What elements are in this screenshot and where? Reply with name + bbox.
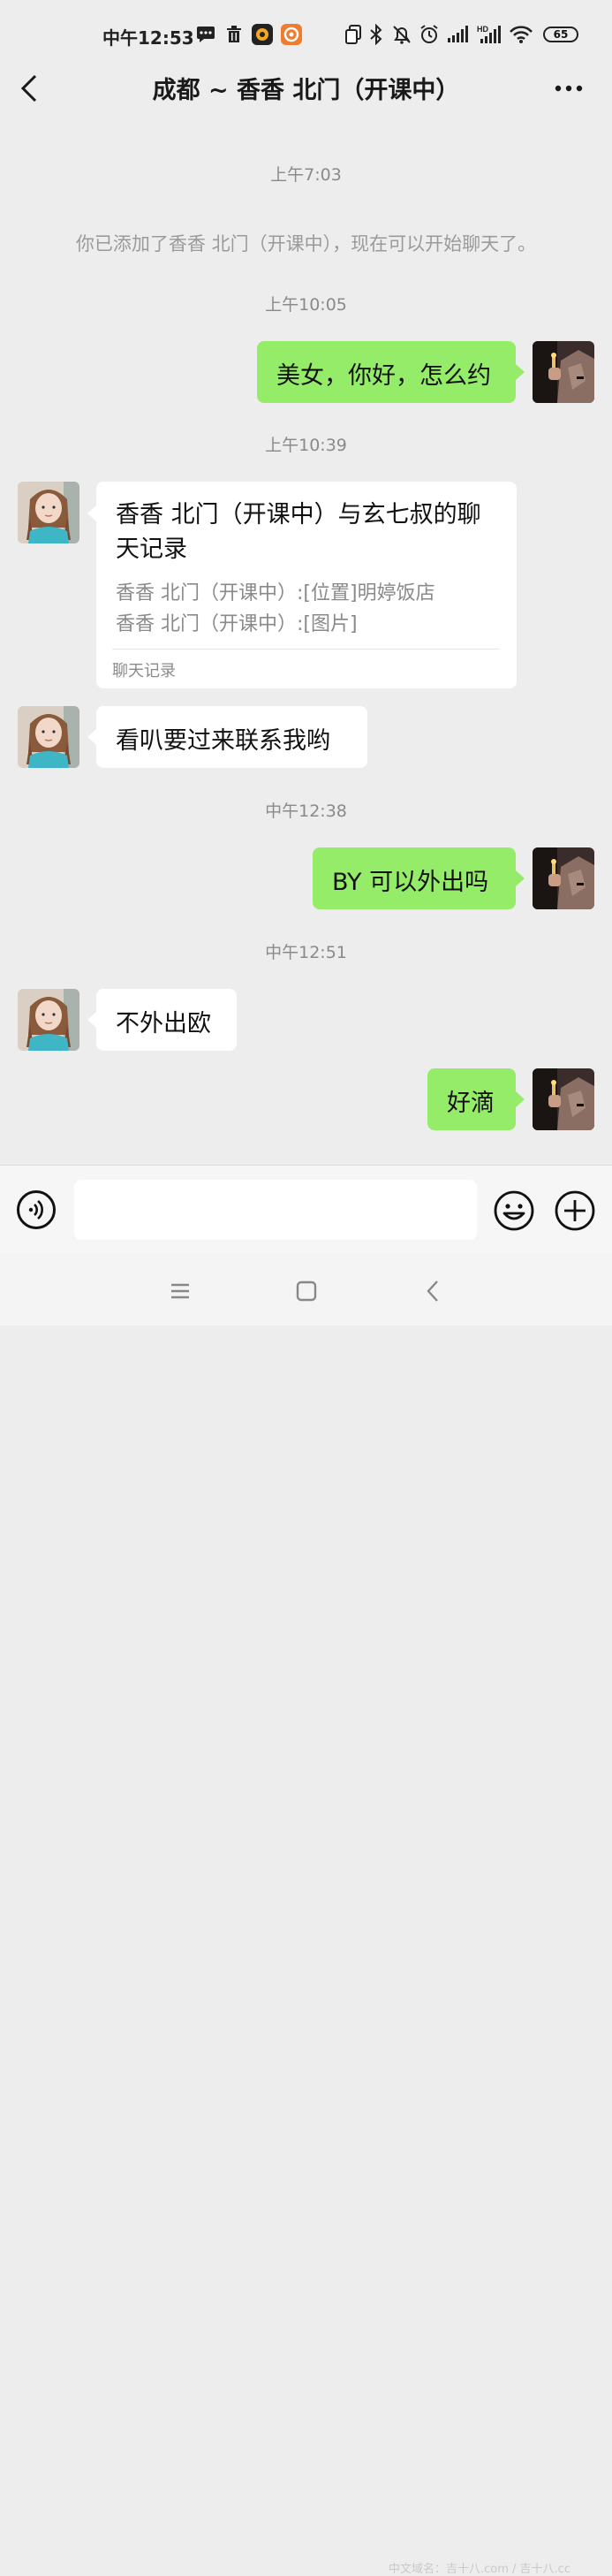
- message-text: 不外出欧: [116, 1010, 211, 1037]
- timestamp: 中午12:38: [265, 802, 347, 821]
- signal-icon: [447, 23, 472, 46]
- more-actions-button[interactable]: [555, 1190, 595, 1231]
- bubble-tail: [516, 870, 525, 886]
- menu-icon: [171, 1283, 189, 1299]
- message-bubble-received[interactable]: 不外出欧: [96, 989, 237, 1051]
- voice-wave-icon: [28, 1200, 43, 1220]
- avatar-self[interactable]: [533, 1068, 594, 1130]
- timestamp: 上午10:39: [265, 436, 347, 455]
- bubble-tail: [87, 1012, 96, 1028]
- app-notification-icon: [281, 23, 302, 46]
- bubble-tail: [516, 364, 525, 380]
- bluetooth-icon: [369, 23, 383, 46]
- card-line: 香香 北门（开课中）:[位置]明婷饭店: [116, 582, 435, 604]
- home-square-icon: [296, 1280, 317, 1302]
- alarm-icon: [419, 23, 440, 46]
- hd-signal-icon: HD: [477, 23, 503, 46]
- chat-title: 成都 ~ 香香 北门（开课中）: [152, 77, 460, 104]
- divider: [112, 649, 499, 650]
- card-title: 香香 北门（开课中）与玄七叔的聊天记录: [116, 501, 481, 563]
- message-text: BY 可以外出吗: [332, 869, 489, 896]
- message-bubble-sent[interactable]: 好滴: [427, 1068, 516, 1130]
- avatar-self[interactable]: [533, 341, 594, 403]
- card-line: 香香 北门（开课中）:[图片]: [116, 613, 358, 635]
- avatar-contact[interactable]: [18, 989, 79, 1051]
- bubble-tail: [87, 729, 96, 745]
- music-app-icon: [252, 23, 273, 46]
- watermark-text: 中文域名：吉十八.com / 吉十八.cc: [389, 2563, 570, 2576]
- nav-back-button[interactable]: [420, 1278, 447, 1304]
- message-bubble-received[interactable]: 看叭要过来联系我哟: [96, 706, 367, 768]
- chat-record-card[interactable]: 香香 北门（开课中）与玄七叔的聊天记录 香香 北门（开课中）:[位置]明婷饭店 …: [96, 482, 517, 688]
- battery-indicator: 65: [543, 27, 578, 42]
- voice-input-button[interactable]: [17, 1190, 56, 1229]
- timestamp: 中午12:51: [265, 943, 347, 962]
- avatar-self[interactable]: [533, 847, 594, 909]
- mute-bell-icon: [391, 23, 412, 46]
- bubble-tail: [87, 505, 96, 521]
- plus-circle-icon: [555, 1190, 595, 1231]
- more-options-button[interactable]: [548, 72, 592, 104]
- message-text: 美女，你好，怎么约: [276, 362, 491, 390]
- nav-home-button[interactable]: [293, 1278, 320, 1304]
- input-bar: [0, 1165, 612, 1254]
- message-bubble-sent[interactable]: 美女，你好，怎么约: [257, 341, 516, 403]
- timestamp: 上午7:03: [270, 165, 342, 185]
- card-footer: 聊天记录: [112, 662, 176, 680]
- nfc-icon: [344, 23, 362, 46]
- bubble-tail: [516, 1091, 525, 1107]
- more-dots-icon: [555, 85, 583, 92]
- chat-header: 成都 ~ 香香 北门（开课中）: [0, 53, 612, 124]
- system-nav-bar: 中文域名：吉十八.com / 吉十八.cc: [0, 1253, 612, 2576]
- wifi-icon: [509, 23, 533, 46]
- trash-icon: [226, 23, 242, 46]
- svg-text:HD: HD: [477, 25, 488, 34]
- avatar-contact[interactable]: [18, 482, 79, 543]
- status-time: 中午12:53: [102, 27, 194, 49]
- message-text: 看叭要过来联系我哟: [116, 727, 330, 755]
- back-arrow-icon: [427, 1280, 438, 1302]
- emoji-button[interactable]: [494, 1190, 534, 1231]
- message-input[interactable]: [74, 1180, 477, 1240]
- avatar-contact[interactable]: [18, 706, 79, 768]
- message-bubble-sent[interactable]: BY 可以外出吗: [313, 847, 516, 909]
- timestamp: 上午10:05: [265, 295, 347, 315]
- smiley-icon: [494, 1190, 534, 1231]
- system-message: 你已添加了香香 北门（开课中），现在可以开始聊天了。: [75, 233, 537, 255]
- nav-menu-button[interactable]: [167, 1278, 193, 1304]
- message-text: 好滴: [447, 1090, 495, 1117]
- message-icon: [196, 23, 215, 46]
